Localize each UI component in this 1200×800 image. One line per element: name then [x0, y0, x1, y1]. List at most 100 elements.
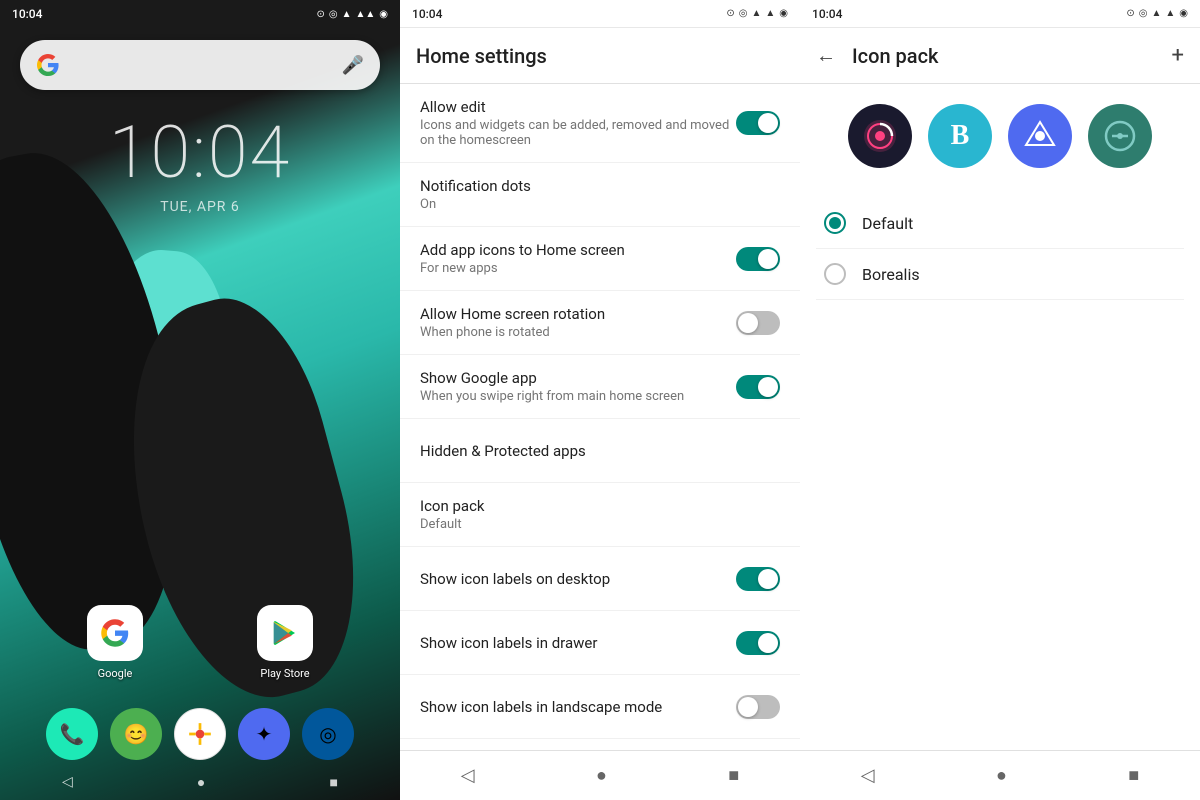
right-recents-nav[interactable]: ■ — [1128, 765, 1139, 786]
phone-home-screen: 10:04 ⊙ ◎ ▲ ▲▲ ◉ 🎤 10:04 TUE, APR 6 Goog — [0, 0, 400, 800]
show-google-app-toggle[interactable] — [736, 375, 780, 399]
show-labels-desktop-info: Show icon labels on desktop — [420, 570, 736, 588]
maps-dock-icon[interactable]: ✦ — [238, 708, 290, 760]
right-status-bar: 10:04 ⊙ ◎ ▲ ▲ ◉ — [800, 0, 1200, 28]
left-nav-bar: ◁ ● ■ — [0, 764, 400, 800]
add-app-icons-setting[interactable]: Add app icons to Home screen For new app… — [400, 227, 800, 291]
google-app-icon[interactable]: Google — [87, 605, 143, 680]
left-status-time: 10:04 — [12, 7, 42, 21]
show-labels-landscape-toggle[interactable] — [736, 695, 780, 719]
notification-dots-setting[interactable]: Notification dots On — [400, 163, 800, 227]
right-icon3: ▲ — [1151, 8, 1161, 19]
icon-pack-setting-subtitle: Default — [420, 517, 780, 532]
icon-pack-add-button[interactable]: + — [1172, 43, 1184, 68]
show-labels-landscape-title: Show icon labels in landscape mode — [420, 698, 736, 716]
photos-dock-icon[interactable] — [174, 708, 226, 760]
allow-edit-setting[interactable]: Allow edit Icons and widgets can be adde… — [400, 84, 800, 163]
show-google-app-subtitle: When you swipe right from main home scre… — [420, 389, 736, 404]
home-nav-btn[interactable]: ● — [197, 774, 205, 791]
middle-status-icons: ⊙ ◎ ▲ ▲ ◉ — [726, 8, 788, 19]
hidden-protected-setting[interactable]: Hidden & Protected apps — [400, 419, 800, 483]
notification-dots-info: Notification dots On — [420, 177, 780, 212]
notification-dots-title: Notification dots — [420, 177, 780, 195]
location-icon: ⊙ — [316, 9, 324, 20]
left-status-bar: 10:04 ⊙ ◎ ▲ ▲▲ ◉ — [0, 0, 400, 28]
mid-icon5: ◉ — [779, 8, 788, 19]
allow-rotation-info: Allow Home screen rotation When phone is… — [420, 305, 736, 340]
icon-pack-content: B Default — [800, 84, 1200, 750]
right-icon2: ◎ — [1139, 8, 1148, 19]
middle-status-time: 10:04 — [412, 7, 442, 21]
default-radio-circle — [824, 212, 846, 234]
right-home-nav[interactable]: ● — [996, 765, 1007, 786]
show-labels-drawer-setting[interactable]: Show icon labels in drawer — [400, 611, 800, 675]
borealis-radio-circle — [824, 263, 846, 285]
mid-back-nav[interactable]: ◁ — [461, 765, 475, 786]
settings-panel-title: Home settings — [416, 44, 547, 68]
mid-recents-nav[interactable]: ■ — [728, 765, 739, 786]
preview-icons-row: B — [816, 104, 1184, 168]
allow-edit-title: Allow edit — [420, 98, 736, 116]
screen-icon: ◎ — [329, 9, 338, 20]
mid-icon1: ⊙ — [726, 8, 734, 19]
borealis-option[interactable]: Borealis — [816, 249, 1184, 300]
google-logo — [36, 53, 60, 77]
show-google-app-info: Show Google app When you swipe right fro… — [420, 369, 736, 404]
right-icon4: ▲ — [1165, 8, 1175, 19]
google-search-bar[interactable]: 🎤 — [20, 40, 380, 90]
playstore-app-label: Play Store — [260, 667, 309, 680]
allow-rotation-knob — [738, 313, 758, 333]
show-labels-drawer-info: Show icon labels in drawer — [420, 634, 736, 652]
notification-dots-subtitle: On — [420, 197, 780, 212]
settings-list: Allow edit Icons and widgets can be adde… — [400, 84, 800, 750]
home-app-grid: Google Play Store — [0, 605, 400, 680]
wifi-icon: ▲ — [342, 9, 352, 20]
right-icon5: ◉ — [1179, 8, 1188, 19]
mid-icon3: ▲ — [751, 8, 761, 19]
icon-pack-info: Icon pack Default — [420, 497, 780, 532]
settings-header: Home settings — [400, 28, 800, 84]
facemoji-dock-icon[interactable]: 😊 — [110, 708, 162, 760]
icon-pack-panel: 10:04 ⊙ ◎ ▲ ▲ ◉ ← Icon pack + — [800, 0, 1200, 800]
allow-rotation-toggle[interactable] — [736, 311, 780, 335]
default-option[interactable]: Default — [816, 198, 1184, 249]
add-app-icons-toggle[interactable] — [736, 247, 780, 271]
icon-pack-back-button[interactable]: ← — [816, 43, 836, 68]
app-dock: 📞 😊 ✦ ◎ — [0, 708, 400, 760]
preview-icon-2-letter: B — [951, 120, 970, 152]
add-app-icons-knob — [758, 249, 778, 269]
signal-icon: ▲▲ — [355, 9, 375, 20]
allow-rotation-title: Allow Home screen rotation — [420, 305, 736, 323]
right-nav-bar: ◁ ● ■ — [800, 750, 1200, 800]
right-status-time: 10:04 — [812, 7, 842, 21]
show-labels-landscape-knob — [738, 697, 758, 717]
show-labels-desktop-setting[interactable]: Show icon labels on desktop — [400, 547, 800, 611]
recents-nav-btn[interactable]: ■ — [329, 774, 337, 791]
add-app-icons-subtitle: For new apps — [420, 261, 736, 276]
messages-dock-icon[interactable]: ◎ — [302, 708, 354, 760]
show-labels-desktop-toggle[interactable] — [736, 567, 780, 591]
phone-dock-icon[interactable]: 📞 — [46, 708, 98, 760]
right-status-icons: ⊙ ◎ ▲ ▲ ◉ — [1126, 8, 1188, 19]
allow-rotation-setting[interactable]: Allow Home screen rotation When phone is… — [400, 291, 800, 355]
hidden-protected-title: Hidden & Protected apps — [420, 442, 780, 460]
right-back-nav[interactable]: ◁ — [861, 765, 875, 786]
clock-time: 10:04 — [0, 110, 400, 195]
show-labels-drawer-toggle[interactable] — [736, 631, 780, 655]
show-google-app-knob — [758, 377, 778, 397]
icon-pack-header: ← Icon pack + — [800, 28, 1200, 84]
back-nav-btn[interactable]: ◁ — [62, 774, 73, 790]
mic-icon[interactable]: 🎤 — [342, 55, 364, 76]
allow-edit-toggle[interactable] — [736, 111, 780, 135]
show-google-app-setting[interactable]: Show Google app When you swipe right fro… — [400, 355, 800, 419]
icon-pack-setting[interactable]: Icon pack Default — [400, 483, 800, 547]
middle-status-bar: 10:04 ⊙ ◎ ▲ ▲ ◉ — [400, 0, 800, 28]
mid-home-nav[interactable]: ● — [596, 765, 607, 786]
middle-nav-bar: ◁ ● ■ — [400, 750, 800, 800]
show-labels-desktop-knob — [758, 569, 778, 589]
show-google-app-title: Show Google app — [420, 369, 736, 387]
playstore-app-icon[interactable]: Play Store — [257, 605, 313, 680]
battery-icon: ◉ — [379, 9, 388, 20]
show-labels-landscape-setting[interactable]: Show icon labels in landscape mode — [400, 675, 800, 739]
allow-edit-info: Allow edit Icons and widgets can be adde… — [420, 98, 736, 148]
